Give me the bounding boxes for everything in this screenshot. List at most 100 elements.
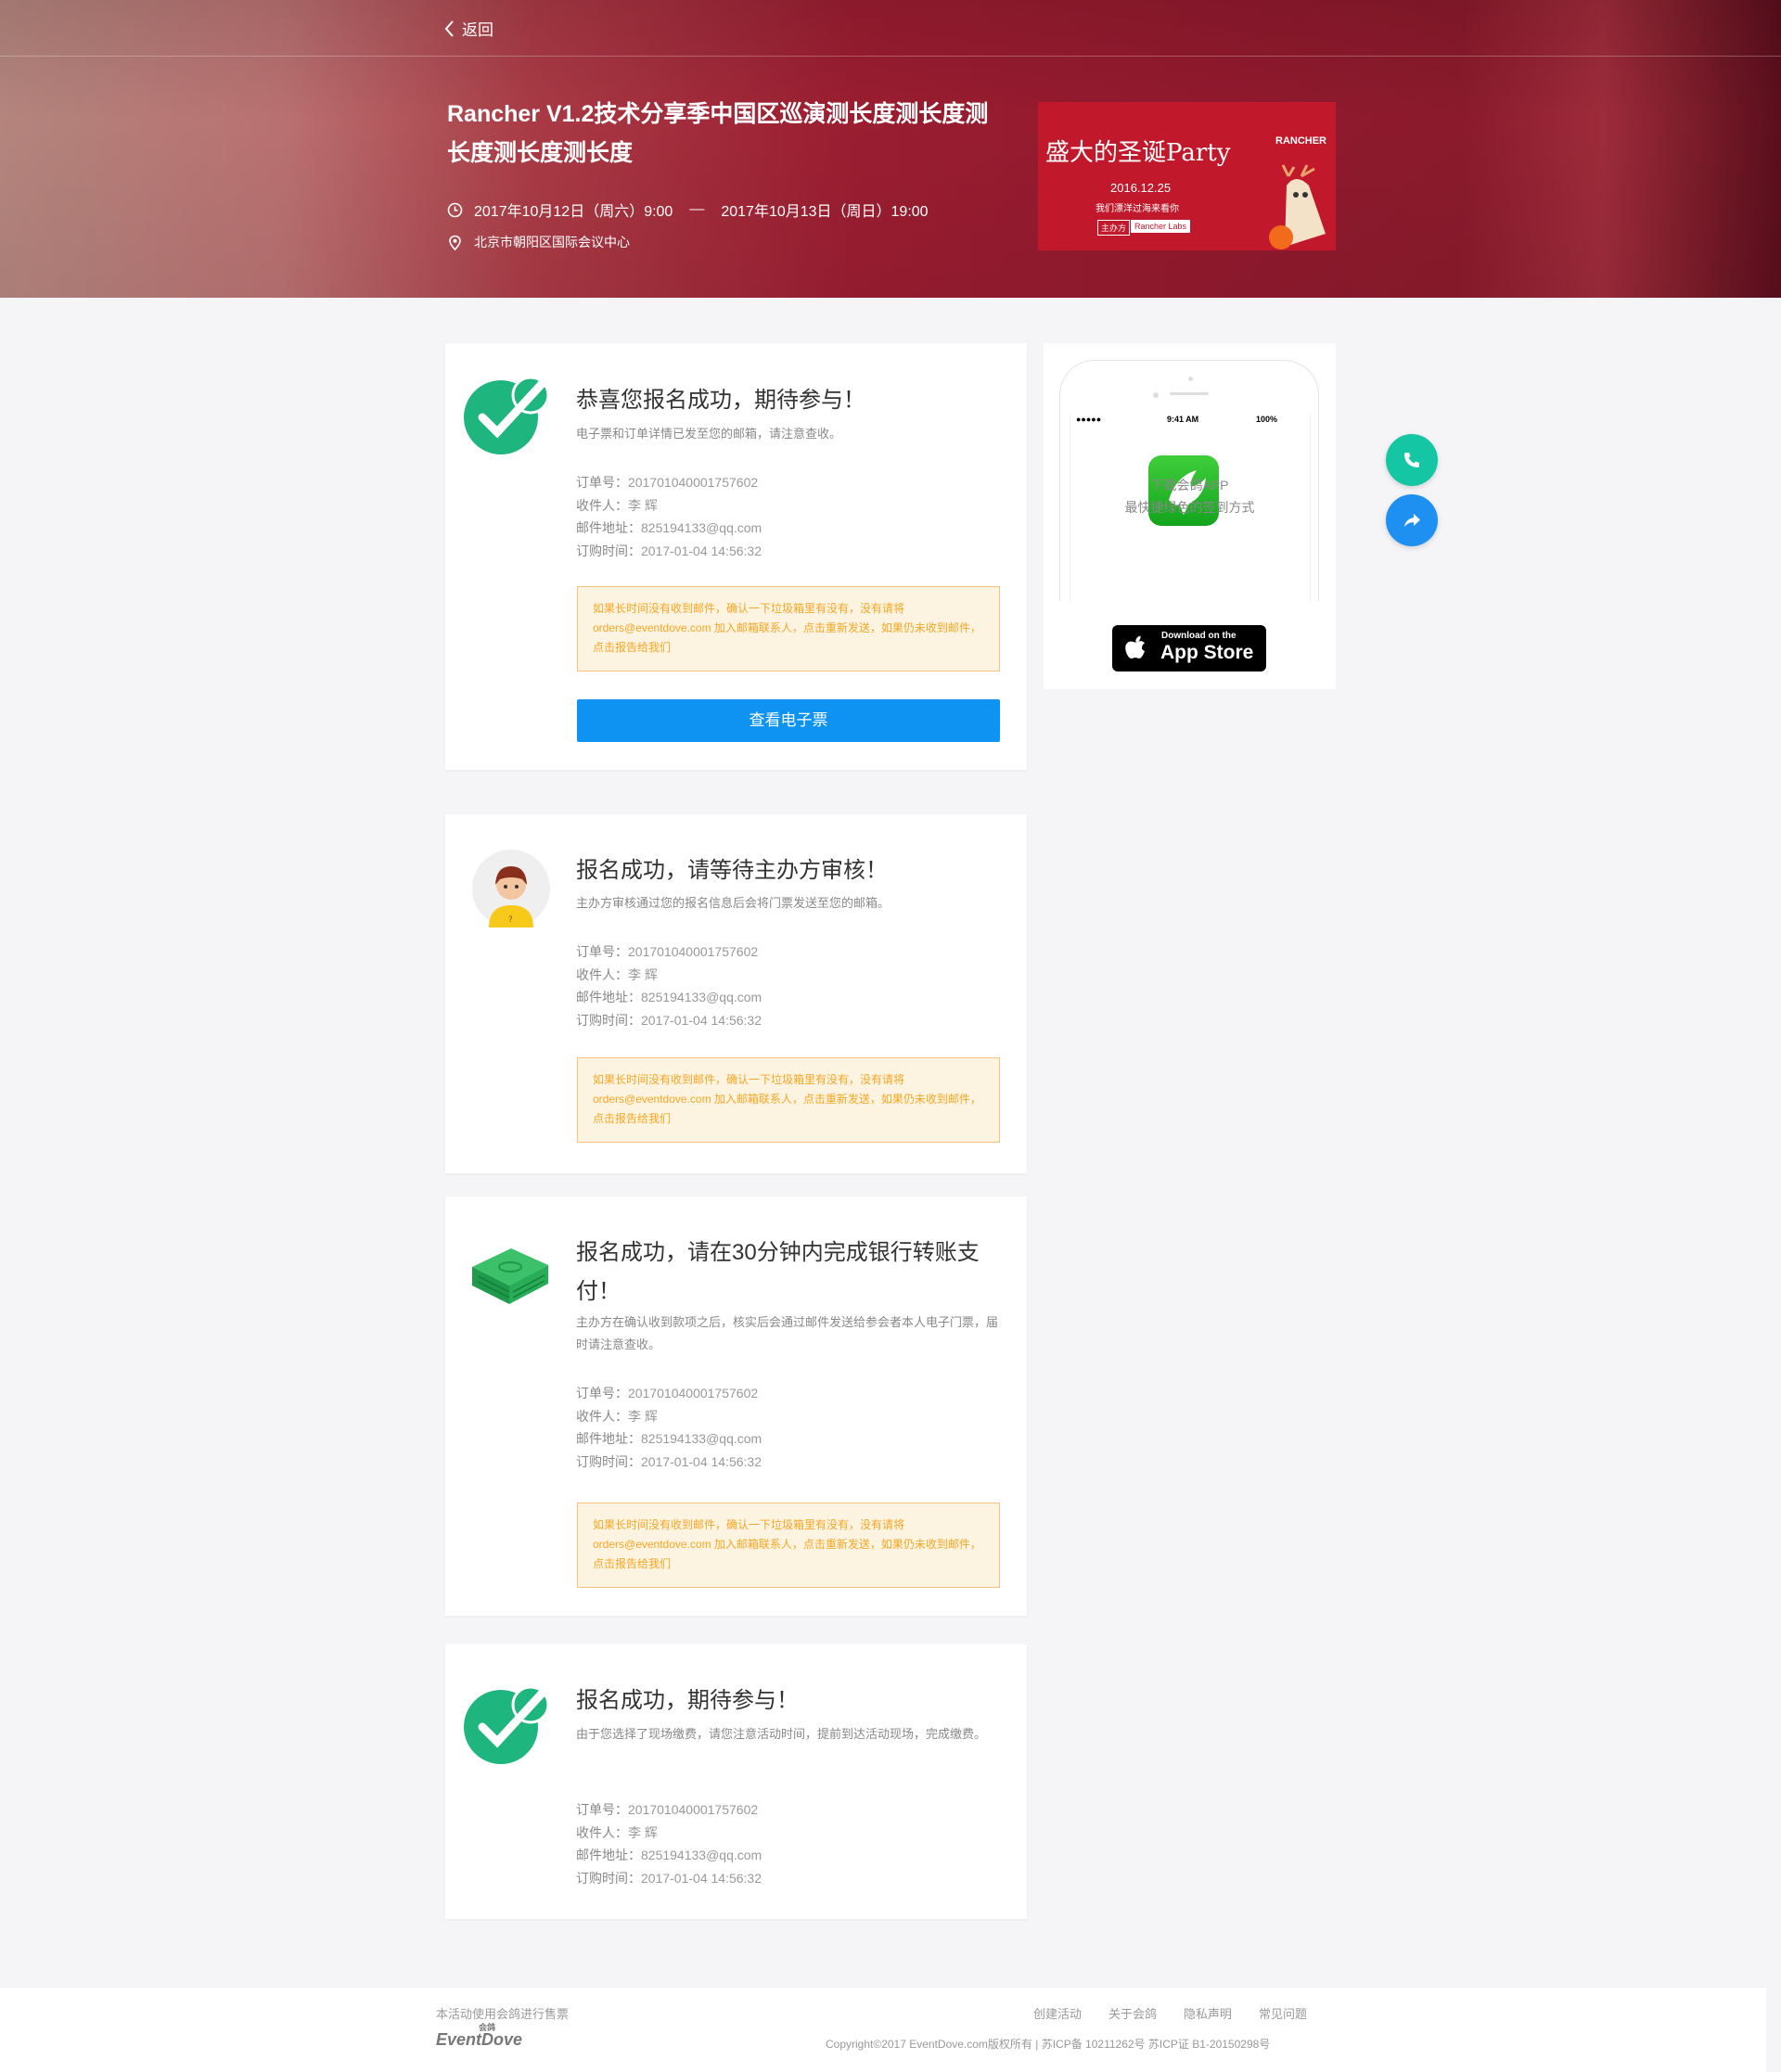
event-location-text: 北京市朝阳区国际会议中心 xyxy=(474,235,630,249)
rancher-logo: RANCHER xyxy=(1275,135,1326,147)
card-title: 报名成功，请在30分钟内完成银行转账支付！ xyxy=(576,1240,980,1304)
order-info: 订单号：201701040001757602 收件人：李 辉 邮件地址：8251… xyxy=(576,1382,762,1473)
event-start-time: 2017年10月12日（周六）9:00 xyxy=(474,204,673,220)
back-label: 返回 xyxy=(462,21,493,39)
logo-cn: 会鸽 xyxy=(479,2023,496,2032)
order-label: 订单号： xyxy=(576,1802,628,1817)
order-info: 订单号：201701040001757602 收件人：李 辉 邮件地址：8251… xyxy=(576,471,762,562)
bank-transfer-card: 报名成功，请在30分钟内完成银行转账支付！ 主办方在确认收到款项之后，核实后会通… xyxy=(445,1196,1027,1616)
email-notice[interactable]: 如果长时间没有收到邮件，确认一下垃圾箱里有没有，没有请将orders@event… xyxy=(577,1057,1000,1143)
money-stack-icon xyxy=(472,1248,548,1304)
page-footer: 本活动使用会鸽进行售票 EventDove 会鸽 创建活动 关于会鸽 隐私声明 … xyxy=(0,1987,1766,2072)
contact-phone-button[interactable] xyxy=(1386,434,1438,486)
order-number: 201701040001757602 xyxy=(628,1386,759,1401)
copyright: Copyright©2017 EventDove.com版权所有 | 苏ICP备… xyxy=(826,2038,1271,2051)
time-separator: — xyxy=(689,201,705,217)
email-label: 邮件地址： xyxy=(576,990,641,1004)
event-location: 北京市朝阳区国际会议中心 xyxy=(447,233,630,251)
email-label: 邮件地址： xyxy=(576,1431,641,1446)
footer-links: 创建活动 关于会鸽 隐私声明 常见问题 xyxy=(1033,2004,1307,2022)
email-address: 825194133@qq.com xyxy=(641,1848,762,1862)
poster-title: 盛大的圣诞Party xyxy=(1045,139,1231,167)
recipient-name: 李 辉 xyxy=(628,1408,658,1424)
card-subtitle: 主办方审核通过您的报名信息后会将门票发送至您的邮箱。 xyxy=(576,896,890,910)
signal-indicator: ●●●●● xyxy=(1076,415,1102,424)
email-notice[interactable]: 如果长时间没有收到邮件，确认一下垃圾箱里有没有，没有请将orders@event… xyxy=(577,1503,1000,1588)
email-label: 邮件地址： xyxy=(576,1848,641,1862)
logo-text: EventDove xyxy=(436,2030,523,2049)
battery-indicator: 100% xyxy=(1256,415,1278,424)
app-download-card: ●●●●● 9:41 AM 100% 下载会鸽APP 最快捷绿色的签到方式 Do… xyxy=(1044,343,1336,689)
powered-by-text: 本活动使用会鸽进行售票 xyxy=(436,2007,570,2021)
order-number: 201701040001757602 xyxy=(628,475,759,490)
poster-slogan: 我们漂洋过海来看你 xyxy=(1096,204,1179,214)
order-time-label: 订购时间： xyxy=(576,1870,641,1886)
share-arrow-icon xyxy=(1404,514,1420,527)
card-subtitle: 由于您选择了现场缴费，请您注意活动时间，提前到达活动现场，完成缴费。 xyxy=(576,1727,987,1741)
recipient-name: 李 辉 xyxy=(628,497,658,513)
order-time: 2017-01-04 14:56:32 xyxy=(641,1012,762,1028)
recipient-label: 收件人： xyxy=(576,966,628,982)
status-bar: ●●●●● 9:41 AM 100% xyxy=(1070,415,1312,428)
event-poster: 盛大的圣诞Party 2016.12.25 我们漂洋过海来看你 主办方 Ranc… xyxy=(1038,102,1336,250)
waiting-person-icon: ? xyxy=(472,850,550,927)
recipient-label: 收件人： xyxy=(576,497,628,513)
app-store-big-text: App Store xyxy=(1160,642,1254,663)
pending-review-card: ? 报名成功，请等待主办方审核！ 主办方审核通过您的报名信息后会将门票发送至您的… xyxy=(445,814,1027,1173)
order-time-label: 订购时间： xyxy=(576,1012,641,1028)
phone-icon xyxy=(1404,453,1419,467)
back-button[interactable]: 返回 xyxy=(443,17,493,40)
apple-icon xyxy=(1125,635,1145,659)
svg-text:?: ? xyxy=(508,915,513,925)
view-ticket-button[interactable]: 查看电子票 xyxy=(577,699,1000,742)
card-subtitle: 电子票和订单详情已发至您的邮箱，请注意查收。 xyxy=(576,427,842,441)
event-header: 返回 Rancher V1.2技术分享季中国区巡演测长度测长度测长度测长度测长度… xyxy=(0,0,1781,298)
status-time: 9:41 AM xyxy=(1167,415,1199,424)
order-number: 201701040001757602 xyxy=(628,1802,759,1817)
success-card: 恭喜您报名成功，期待参与！ 电子票和订单详情已发至您的邮箱，请注意查收。 订单号… xyxy=(445,343,1027,770)
check-circle-icon xyxy=(464,1686,550,1764)
phone-camera xyxy=(1188,377,1193,381)
recipient-name: 李 辉 xyxy=(628,1824,658,1840)
order-number: 201701040001757602 xyxy=(628,944,759,959)
eventdove-logo: EventDove 会鸽 xyxy=(436,2023,523,2050)
order-label: 订单号： xyxy=(576,475,628,490)
footer-link-create-event[interactable]: 创建活动 xyxy=(1033,2004,1082,2022)
email-notice[interactable]: 如果长时间没有收到邮件，确认一下垃圾箱里有没有，没有请将orders@event… xyxy=(577,586,1000,671)
card-subtitle: 主办方在确认收到款项之后，核实后会通过邮件发送给参会者本人电子门票，届时请注意查… xyxy=(576,1315,999,1351)
download-title: 下载会鸽APP xyxy=(1150,478,1229,492)
location-pin-icon xyxy=(449,235,461,250)
poster-date: 2016.12.25 xyxy=(1110,181,1172,195)
poster-organizer-label: 主办方 xyxy=(1097,220,1131,236)
phone-speaker xyxy=(1170,392,1209,395)
email-address: 825194133@qq.com xyxy=(641,990,762,1004)
poster-organizer: Rancher Labs xyxy=(1131,220,1191,233)
app-store-small-text: Download on the xyxy=(1161,631,1236,641)
top-bar: 返回 xyxy=(0,0,1781,57)
order-label: 订单号： xyxy=(576,944,628,959)
order-info: 订单号：201701040001757602 收件人：李 辉 邮件地址：8251… xyxy=(576,1798,762,1889)
check-circle-icon xyxy=(464,377,550,454)
footer-link-faq[interactable]: 常见问题 xyxy=(1259,2004,1307,2022)
app-store-button[interactable]: Download on the App Store xyxy=(1112,625,1266,671)
event-time: 2017年10月12日（周六）9:00 — 2017年10月13日（周日）19:… xyxy=(447,198,929,221)
card-title: 报名成功，期待参与！ xyxy=(576,1688,799,1713)
order-time: 2017-01-04 14:56:32 xyxy=(641,1453,762,1469)
card-title: 恭喜您报名成功，期待参与！ xyxy=(576,388,865,413)
reindeer-illustration xyxy=(1269,164,1326,249)
recipient-label: 收件人： xyxy=(576,1408,628,1424)
event-end-time: 2017年10月13日（周日）19:00 xyxy=(721,204,929,220)
recipient-name: 李 辉 xyxy=(628,966,658,982)
phone-sensor xyxy=(1153,392,1159,398)
order-time-label: 订购时间： xyxy=(576,1453,641,1469)
onsite-payment-card: 报名成功，期待参与！ 由于您选择了现场缴费，请您注意活动时间，提前到达活动现场，… xyxy=(445,1644,1027,1919)
order-info: 订单号：201701040001757602 收件人：李 辉 邮件地址：8251… xyxy=(576,940,762,1031)
share-button[interactable] xyxy=(1386,494,1438,546)
footer-link-about[interactable]: 关于会鸽 xyxy=(1108,2004,1157,2022)
order-time: 2017-01-04 14:56:32 xyxy=(641,543,762,558)
footer-link-privacy[interactable]: 隐私声明 xyxy=(1184,2004,1232,2022)
clock-icon xyxy=(447,202,463,217)
event-title: Rancher V1.2技术分享季中国区巡演测长度测长度测长度测长度测长度 xyxy=(447,101,989,166)
email-address: 825194133@qq.com xyxy=(641,520,762,535)
recipient-label: 收件人： xyxy=(576,1824,628,1840)
